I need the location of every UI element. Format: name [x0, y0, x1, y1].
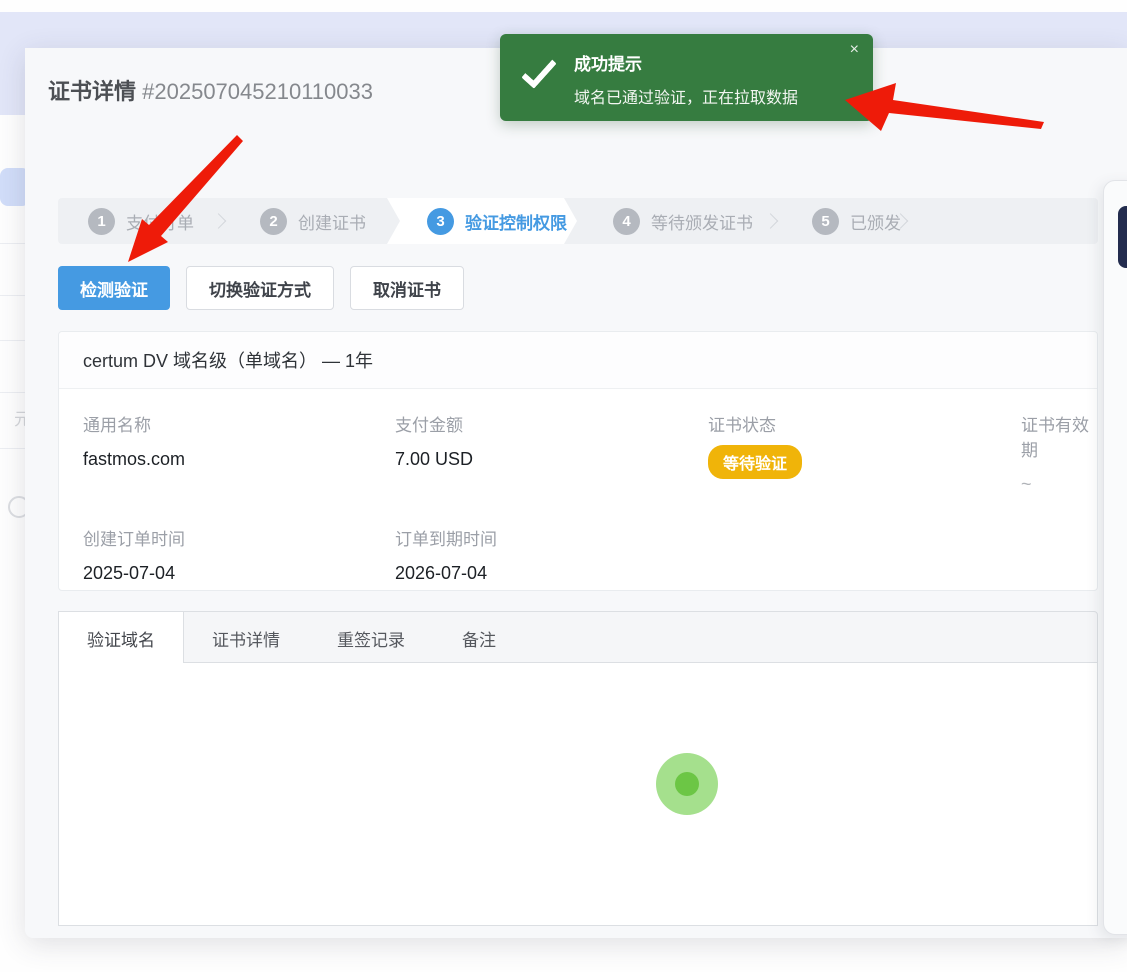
field-value: ~ [1021, 474, 1097, 495]
background-row-divider [0, 392, 25, 393]
background-header-band-left [0, 48, 25, 115]
step-label: 支付订单 [126, 209, 194, 234]
step-bar-tail [912, 198, 1098, 244]
detail-tabs: 验证域名 证书详情 重签记录 备注 [58, 611, 1098, 663]
field-label: 证书有效期 [1021, 411, 1097, 461]
background-row-divider [0, 448, 25, 449]
status-badge: 等待验证 [708, 445, 802, 479]
background-row-divider [0, 340, 25, 341]
field-label: 订单到期时间 [395, 525, 708, 550]
order-number: #202507045210110033 [142, 79, 373, 104]
field-payment-amount: 支付金额 7.00 USD [395, 411, 708, 495]
field-order-expiry: 订单到期时间 2026-07-04 [395, 525, 708, 584]
chevron-right-icon [763, 213, 779, 229]
toast-message: 域名已通过验证，正在拉取数据 [574, 84, 798, 108]
field-label: 创建订单时间 [83, 525, 395, 550]
check-icon [521, 52, 556, 89]
loading-spinner [656, 753, 718, 815]
step-create-cert: 2 创建证书 [230, 198, 387, 244]
step-label: 创建证书 [298, 209, 366, 234]
step-number-badge: 1 [88, 208, 115, 235]
background-row-divider [0, 295, 25, 296]
step-label: 等待颁发证书 [651, 209, 753, 234]
step-pay-order: 1 支付订单 [58, 198, 230, 244]
action-button-row: 检测验证 切换验证方式 取消证书 [58, 266, 464, 310]
side-drawer-button[interactable] [1118, 206, 1127, 268]
check-validation-button[interactable]: 检测验证 [58, 266, 170, 310]
step-verify-control: 3 验证控制权限 [387, 198, 577, 244]
certificate-info-card: certum DV 域名级（单域名） — 1年 通用名称 fastmos.com… [58, 331, 1098, 591]
step-wait-issue: 4 等待颁发证书 [577, 198, 782, 244]
field-common-name: 通用名称 fastmos.com [83, 411, 395, 495]
modal-title-text: 证书详情 [48, 79, 136, 104]
success-toast: 成功提示 域名已通过验证，正在拉取数据 × [500, 34, 873, 121]
step-number-badge: 4 [613, 208, 640, 235]
screen: 元 证书详情 #202507045210110033 1 支付订单 2 创建证书… [0, 0, 1127, 972]
field-value: 2026-07-04 [395, 563, 708, 584]
cancel-certificate-button[interactable]: 取消证书 [350, 266, 464, 310]
tab-content-panel [58, 663, 1098, 926]
field-value: 7.00 USD [395, 449, 708, 470]
field-cert-validity: 证书有效期 ~ [1021, 411, 1097, 495]
modal-title: 证书详情 #202507045210110033 [48, 74, 373, 106]
step-number-badge: 2 [260, 208, 287, 235]
loading-spinner-core [675, 772, 699, 796]
close-icon[interactable]: × [850, 42, 859, 58]
chevron-right-icon [211, 213, 227, 229]
field-value: 2025-07-04 [83, 563, 395, 584]
tab-resign-records[interactable]: 重签记录 [309, 612, 434, 664]
step-number-badge: 3 [427, 208, 454, 235]
tab-cert-details[interactable]: 证书详情 [184, 612, 309, 664]
tab-verify-domain[interactable]: 验证域名 [58, 611, 184, 665]
field-label: 支付金额 [395, 411, 708, 436]
side-drawer-panel [1103, 180, 1127, 935]
field-order-created: 创建订单时间 2025-07-04 [83, 525, 395, 584]
step-issued: 5 已颁发 [782, 198, 912, 244]
background-row-divider [0, 243, 25, 244]
field-cert-status: 证书状态 等待验证 [708, 411, 1021, 495]
field-label: 通用名称 [83, 411, 395, 436]
field-label: 证书状态 [708, 411, 1021, 436]
certificate-fields: 通用名称 fastmos.com 支付金额 7.00 USD 证书状态 等待验证… [59, 389, 1097, 584]
product-name: certum DV 域名级（单域名） — 1年 [59, 332, 1097, 389]
field-value: fastmos.com [83, 449, 395, 470]
certificate-detail-modal: 证书详情 #202507045210110033 1 支付订单 2 创建证书 3… [25, 48, 1127, 938]
toast-title: 成功提示 [574, 50, 642, 75]
step-number-badge: 5 [812, 208, 839, 235]
step-wizard: 1 支付订单 2 创建证书 3 验证控制权限 4 等待颁发证书 5 已颁发 [58, 198, 1098, 244]
step-label: 验证控制权限 [465, 209, 567, 234]
switch-validation-method-button[interactable]: 切换验证方式 [186, 266, 334, 310]
tab-remarks[interactable]: 备注 [434, 612, 525, 664]
